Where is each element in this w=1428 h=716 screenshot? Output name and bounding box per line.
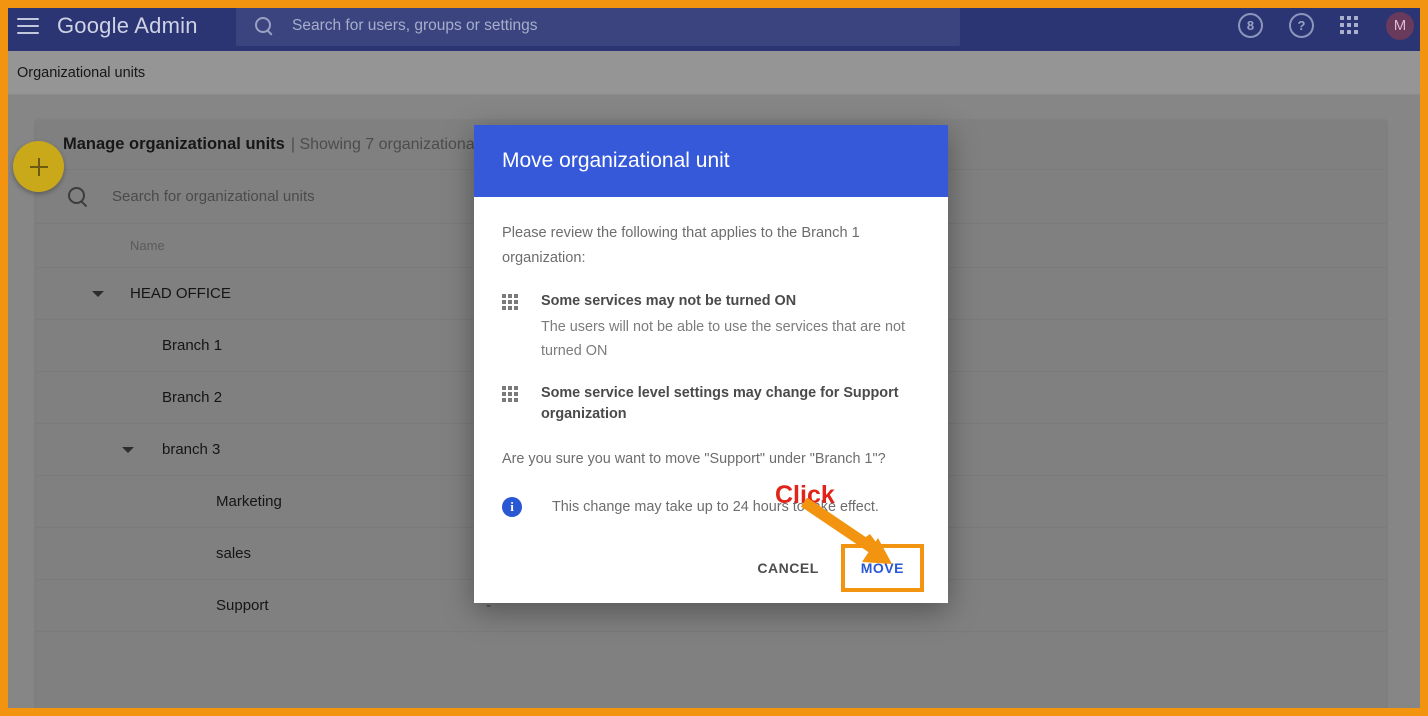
help-icon[interactable]: ? [1289,13,1314,38]
move-button-highlight: MOVE [841,544,924,592]
info-icon: i [502,497,522,517]
dialog-bullet-description: The users will not be able to use the se… [541,315,911,363]
dialog-header: Move organizational unit [474,125,948,197]
dialog-note-row: i This change may take up to 24 hours to… [502,497,920,517]
search-icon [68,187,88,207]
row-name: HEAD OFFICE [130,285,231,302]
plus-icon [30,158,48,176]
row-name: Marketing [216,493,282,510]
hamburger-menu-icon[interactable] [17,18,39,34]
brand-google-label: Google [57,13,129,38]
global-search-bar[interactable] [236,6,960,46]
dialog-note-text: This change may take up to 24 hours to t… [552,499,879,515]
add-org-unit-fab[interactable] [13,141,64,192]
dialog-confirm-text: Are you sure you want to move "Support" … [502,451,920,467]
row-name: Support [216,597,269,614]
row-name: Branch 1 [162,337,222,354]
row-expander[interactable] [36,291,130,297]
apps-grid-icon [502,386,522,406]
brand-title: Google Admin [57,13,198,39]
avatar[interactable]: M [1386,12,1414,40]
breadcrumb-label[interactable]: Organizational units [17,65,145,81]
dialog-body: Please review the following that applies… [474,197,948,517]
chevron-down-icon[interactable] [122,447,134,453]
dialog-bullet-title: Some service level settings may change f… [541,383,911,425]
alerts-badge-icon[interactable]: 8 [1238,13,1263,38]
app-bar-actions: 8 ? M [1238,0,1414,51]
search-icon [254,16,274,36]
page-title: Manage organizational units [63,135,285,154]
dialog-intro-text: Please review the following that applies… [502,221,872,271]
dialog-actions: CANCEL MOVE [474,533,948,603]
brand-admin-label: Admin [134,13,197,38]
dialog-bullet: Some services may not be turned ON The us… [502,291,920,363]
apps-grid-icon [502,294,522,314]
move-org-unit-dialog: Move organizational unit Please review t… [474,125,948,603]
row-name: Branch 2 [162,389,222,406]
dialog-title: Move organizational unit [502,149,730,173]
cancel-button[interactable]: CANCEL [743,550,832,586]
dialog-bullet: Some service level settings may change f… [502,383,920,425]
top-app-bar: Google Admin 8 ? M [0,0,1428,51]
column-header-name: Name [36,238,466,253]
row-name: sales [216,545,251,562]
move-button[interactable]: MOVE [847,550,918,586]
global-search-input[interactable] [292,17,912,35]
apps-grid-icon[interactable] [1340,16,1360,36]
row-expander[interactable] [36,447,130,453]
chevron-down-icon[interactable] [92,291,104,297]
app-root: Google Admin 8 ? M Organizational units … [0,0,1428,716]
row-name: branch 3 [162,441,220,458]
dialog-bullet-title: Some services may not be turned ON [541,291,911,312]
breadcrumb: Organizational units [0,51,1428,95]
